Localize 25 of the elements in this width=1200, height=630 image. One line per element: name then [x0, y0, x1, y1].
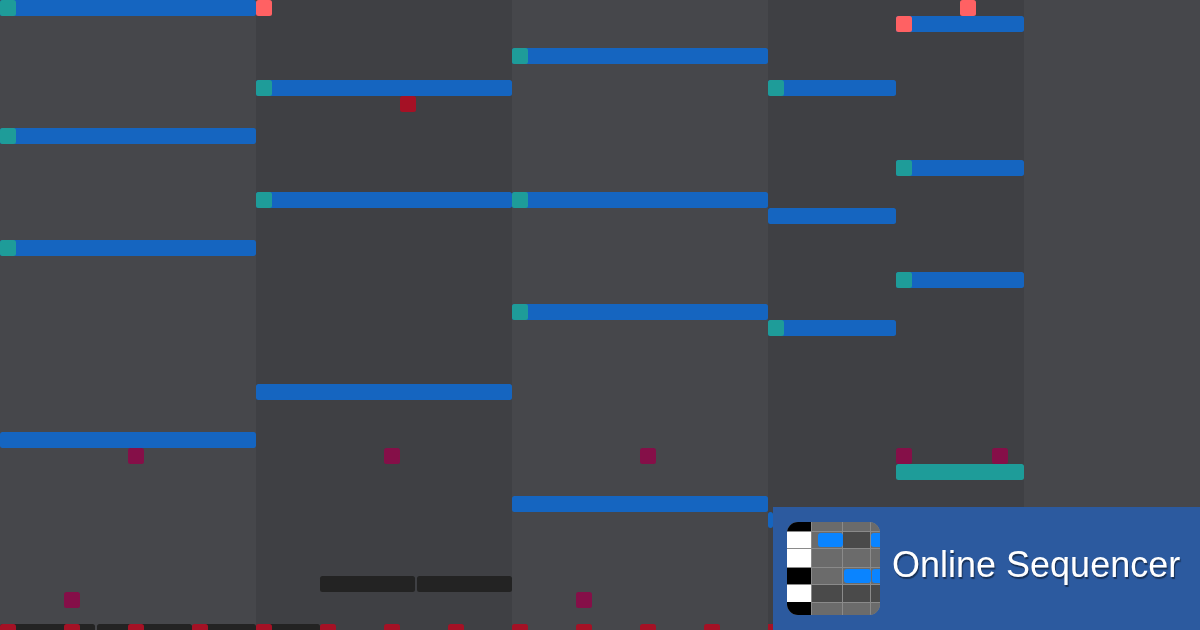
note-block: [704, 624, 720, 630]
note-block: [400, 96, 416, 112]
note-block: [192, 624, 208, 630]
note-block: [448, 624, 464, 630]
note-block: [576, 592, 592, 608]
note-block: [640, 624, 656, 630]
note-block: [896, 448, 912, 464]
note-block: [768, 624, 773, 630]
note-block: [128, 448, 144, 464]
note-block: [64, 624, 80, 630]
note-block: [384, 624, 400, 630]
note-block: [256, 624, 272, 630]
note-block: [992, 448, 1008, 464]
note-block: [0, 624, 16, 630]
note-block: [512, 624, 528, 630]
note-block: [320, 624, 336, 630]
note-block: [384, 448, 400, 464]
note-block: [64, 592, 80, 608]
note-block: [960, 0, 976, 16]
note-block: [128, 624, 144, 630]
brand-name: Online Sequencer: [892, 544, 1181, 586]
note-block: [256, 0, 272, 16]
note-block: [640, 448, 656, 464]
sequencer-logo-icon: [787, 522, 880, 615]
note-block: [576, 624, 592, 630]
